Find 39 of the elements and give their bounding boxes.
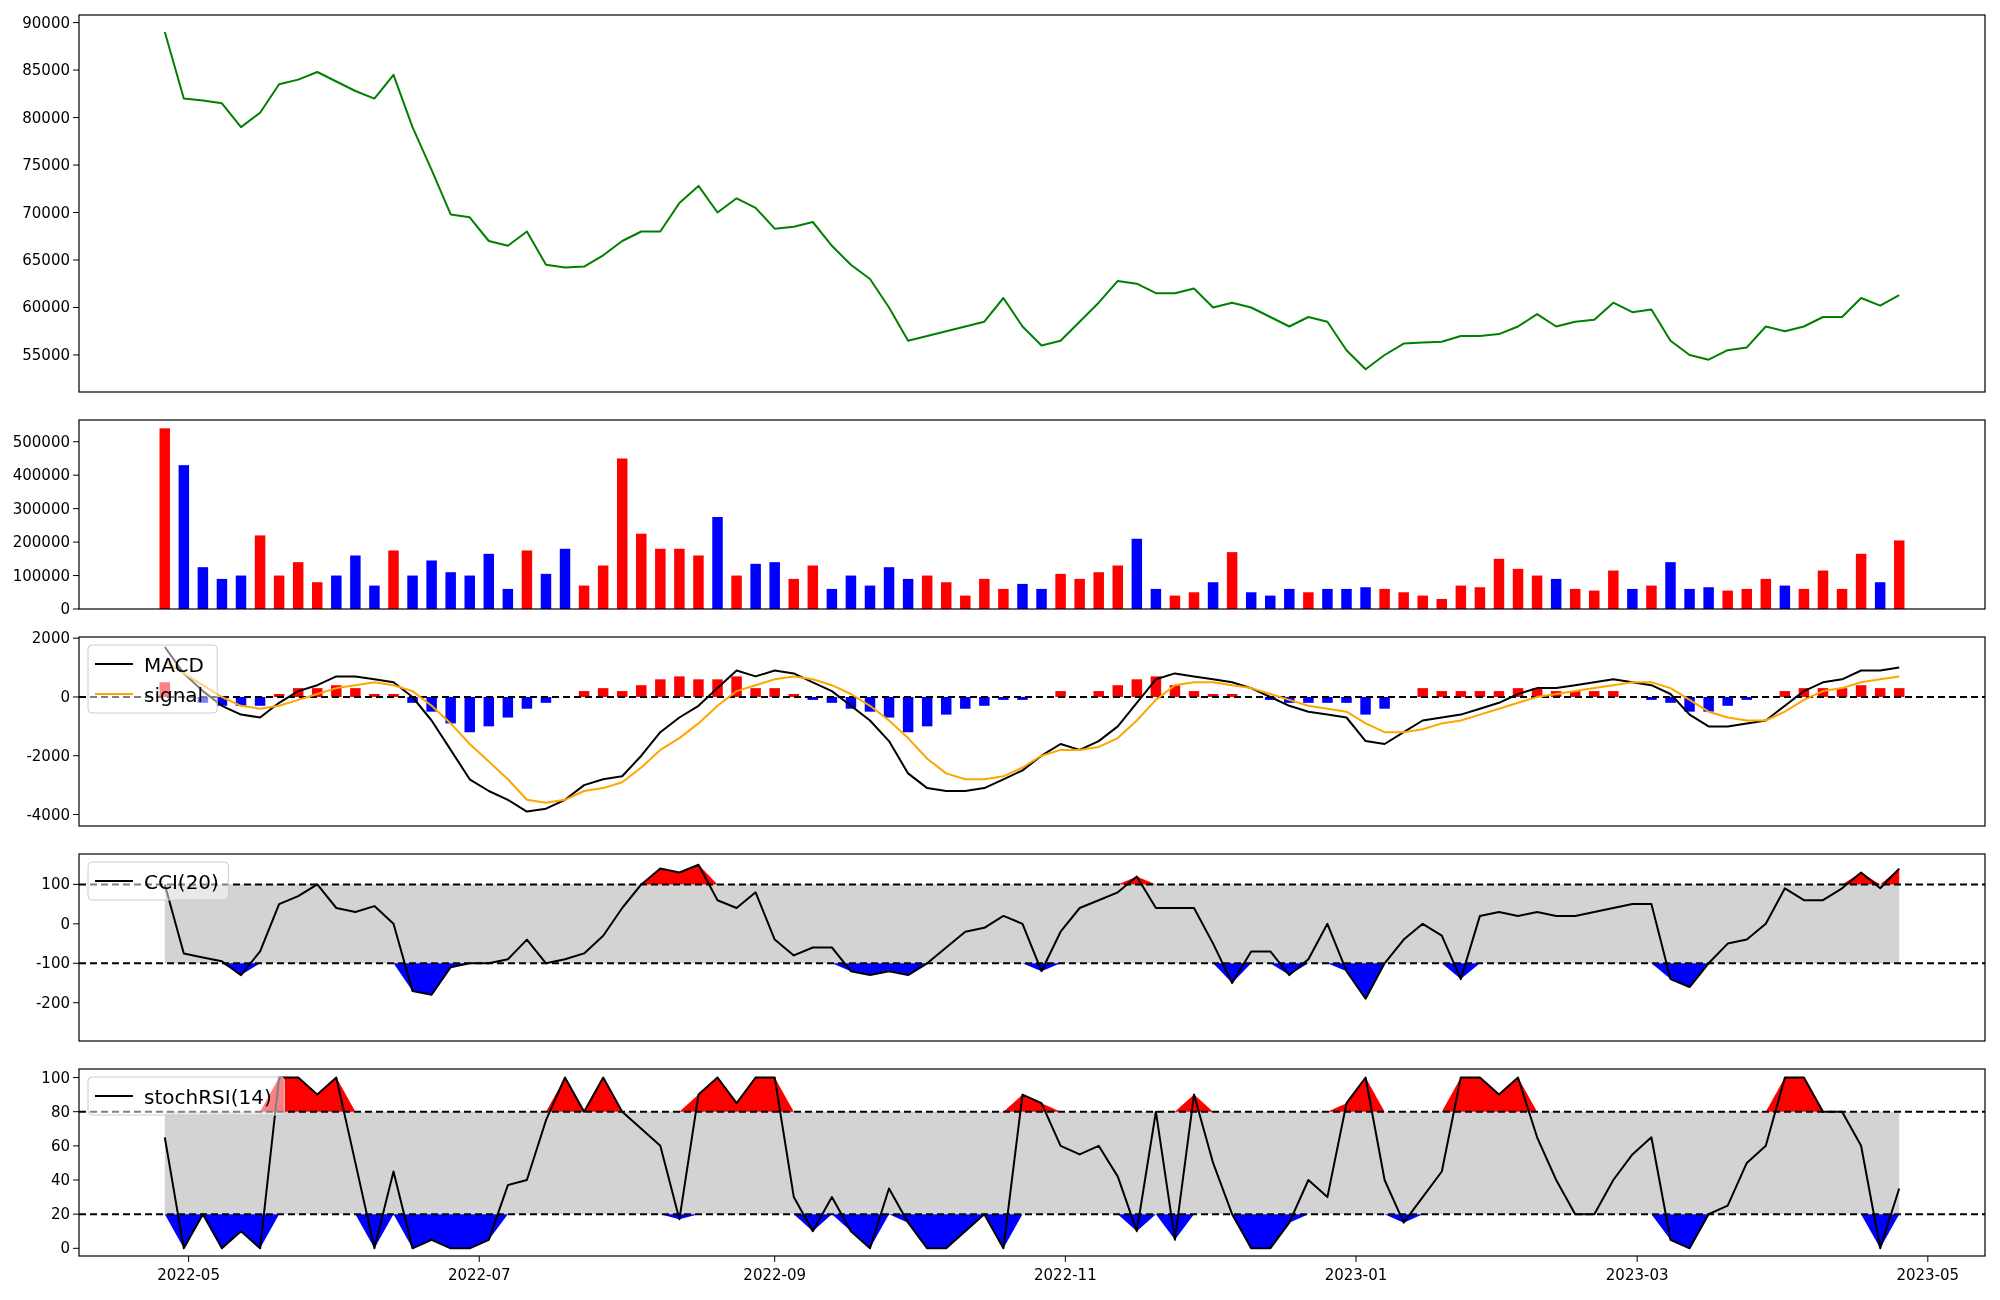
y-tick-label: 20 xyxy=(50,1205,70,1224)
y-tick-label: 100 xyxy=(41,875,70,894)
y-tick-label: 75000 xyxy=(22,156,70,175)
y-tick-label: 2000 xyxy=(31,629,70,648)
y-tick-label: 500000 xyxy=(12,432,70,451)
y-tick-label: 0 xyxy=(60,1239,70,1258)
y-tick-label: 200000 xyxy=(12,533,70,552)
x-tick-label: 2023-01 xyxy=(1324,1266,1388,1284)
legend-label: CCI(20) xyxy=(144,870,219,894)
y-tick-label: 70000 xyxy=(22,203,70,222)
x-tick-label: 2022-05 xyxy=(157,1266,220,1284)
y-tick-label: 80000 xyxy=(22,108,70,127)
legend-label: MACD xyxy=(144,653,204,677)
y-tick-label: 100 xyxy=(41,1068,70,1087)
y-tick-label: 40 xyxy=(50,1171,70,1189)
y-tick-label: 100000 xyxy=(12,566,70,585)
legend-label: stochRSI(14) xyxy=(144,1085,272,1109)
y-tick-label: -2000 xyxy=(26,746,70,765)
y-tick-label: 300000 xyxy=(12,499,70,518)
y-tick-label: 80 xyxy=(50,1102,70,1121)
x-tick-label: 2022-07 xyxy=(447,1266,511,1284)
y-tick-label: 90000 xyxy=(22,13,70,32)
x-tick-label: 2023-03 xyxy=(1605,1266,1669,1284)
y-tick-label: -100 xyxy=(35,954,70,973)
y-tick-label: 60000 xyxy=(22,298,70,317)
y-tick-label: -4000 xyxy=(26,805,70,824)
y-tick-label: -200 xyxy=(35,993,70,1012)
y-tick-label: 400000 xyxy=(12,466,70,485)
legend-label: signal xyxy=(144,683,204,707)
y-tick-label: 0 xyxy=(60,914,70,933)
x-tick-label: 2022-09 xyxy=(743,1266,807,1284)
y-tick-label: 65000 xyxy=(22,251,70,269)
x-tick-label: 2023-05 xyxy=(1896,1266,1960,1284)
x-tick-label: 2022-11 xyxy=(1034,1266,1097,1284)
y-tick-label: 85000 xyxy=(22,61,70,80)
y-tick-label: 55000 xyxy=(22,345,70,364)
y-tick-label: 0 xyxy=(60,600,70,618)
y-tick-label: 0 xyxy=(60,687,70,706)
y-tick-label: 60 xyxy=(50,1136,70,1155)
